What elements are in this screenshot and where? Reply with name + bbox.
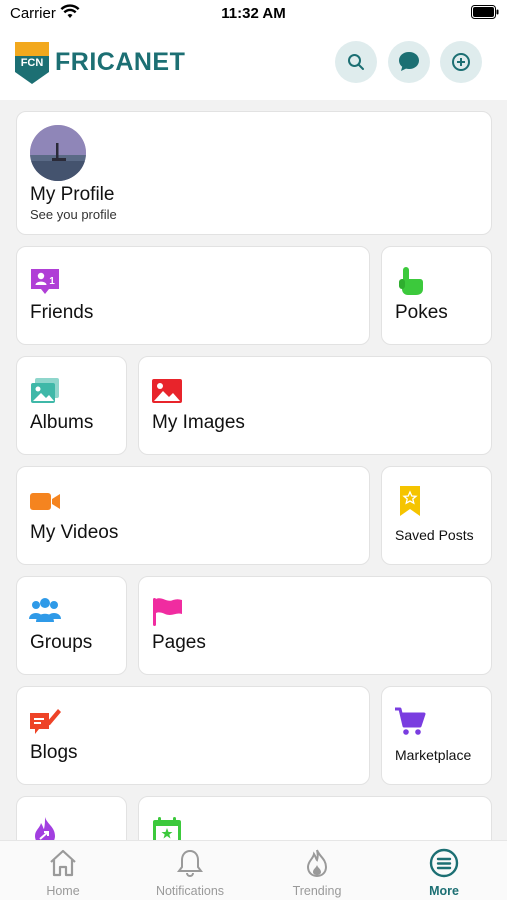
- search-button[interactable]: [335, 41, 377, 83]
- tab-more[interactable]: More: [381, 841, 507, 900]
- menu-item-pages[interactable]: Pages: [138, 576, 492, 675]
- menu-label-albums: Albums: [30, 412, 94, 433]
- cart-icon: [395, 707, 426, 735]
- menu-item-blogs[interactable]: Blogs: [16, 686, 370, 785]
- menu-label-marketplace: Marketplace: [395, 747, 472, 763]
- menu-label-blogs: Blogs: [30, 742, 78, 763]
- tab-notifications[interactable]: Notifications: [127, 841, 253, 900]
- menu-label-my-videos: My Videos: [30, 522, 119, 543]
- tab-trending[interactable]: Trending: [254, 841, 380, 900]
- messages-button[interactable]: [388, 41, 430, 83]
- bottom-tab-bar: Home Notifications Trending More: [0, 840, 507, 900]
- blog-edit-icon: [30, 709, 61, 734]
- tab-label-more: More: [429, 884, 459, 898]
- menu-label-pages: Pages: [152, 632, 206, 653]
- profile-subtitle: See you profile: [30, 207, 117, 222]
- menu-item-friends[interactable]: 1 Friends: [16, 246, 370, 345]
- plus-circle-icon: [452, 53, 470, 71]
- app-logo[interactable]: FCN FRICANET: [15, 42, 195, 86]
- battery-icon: [471, 5, 499, 19]
- poke-hand-icon: [399, 267, 423, 295]
- menu-item-marketplace[interactable]: Marketplace: [381, 686, 492, 785]
- avatar-photo: [30, 125, 86, 181]
- chat-bubble-icon: [399, 52, 419, 71]
- menu-item-my-images[interactable]: My Images: [138, 356, 492, 455]
- create-post-button[interactable]: [440, 41, 482, 83]
- search-icon: [348, 54, 364, 70]
- image-icon: [152, 379, 182, 403]
- clock: 11:32 AM: [221, 5, 286, 22]
- menu-label-my-images: My Images: [152, 412, 245, 433]
- tab-home[interactable]: Home: [0, 841, 126, 900]
- menu-label-saved-posts: Saved Posts: [395, 527, 474, 543]
- groups-icon: [29, 598, 61, 622]
- brand-name: FRICANET: [55, 48, 186, 76]
- menu-item-saved-posts[interactable]: Saved Posts: [381, 466, 492, 565]
- flame-icon: [306, 849, 328, 878]
- friend-request-icon: 1: [31, 269, 59, 294]
- menu-item-groups[interactable]: Groups: [16, 576, 127, 675]
- logo-badge-icon: FCN: [15, 42, 49, 84]
- svg-text:1: 1: [49, 276, 55, 287]
- menu-label-friends: Friends: [30, 302, 94, 323]
- profile-name: My Profile: [30, 184, 115, 205]
- flag-icon: [153, 598, 182, 626]
- tab-label-home: Home: [46, 884, 80, 898]
- menu-icon: [429, 848, 459, 878]
- menu-item-pokes[interactable]: Pokes: [381, 246, 492, 345]
- status-bar: Carrier 11:32 AM: [0, 0, 507, 30]
- albums-icon: [31, 378, 59, 403]
- home-icon: [50, 849, 76, 877]
- menu-item-my-videos[interactable]: My Videos: [16, 466, 370, 565]
- tab-label-notifications: Notifications: [155, 884, 225, 898]
- video-camera-icon: [30, 493, 60, 510]
- menu-label-groups: Groups: [30, 632, 93, 653]
- logo-badge-text: FCN: [21, 57, 44, 69]
- avatar: [30, 125, 86, 181]
- app-header: FCN FRICANET: [0, 30, 507, 100]
- bell-icon: [177, 849, 203, 878]
- menu-item-albums[interactable]: Albums: [16, 356, 127, 455]
- bookmark-star-icon: [400, 486, 420, 516]
- menu-label-pokes: Pokes: [395, 302, 448, 323]
- tab-label-trending: Trending: [292, 884, 342, 898]
- my-profile-card[interactable]: My Profile See you profile: [16, 111, 492, 235]
